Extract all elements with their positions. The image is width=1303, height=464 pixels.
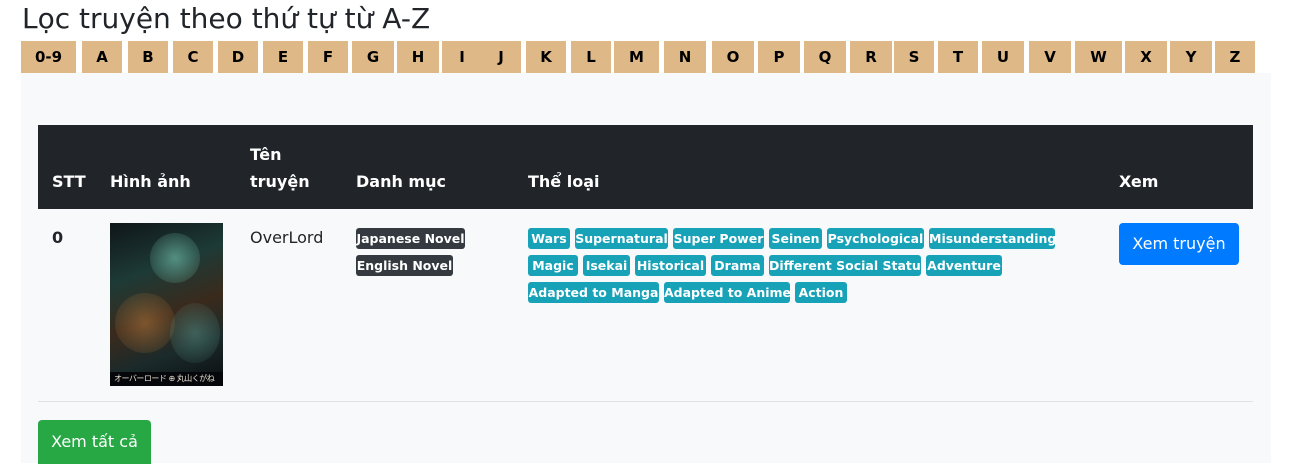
letter-button-v[interactable]: V bbox=[1029, 41, 1071, 73]
letter-button-e[interactable]: E bbox=[263, 41, 303, 73]
letter-button-b[interactable]: B bbox=[128, 41, 168, 73]
table-header bbox=[38, 125, 1253, 209]
row-divider bbox=[38, 401, 1253, 402]
letter-button-s[interactable]: S bbox=[894, 41, 934, 73]
genre-badge[interactable]: Action bbox=[795, 282, 847, 303]
letter-button-p[interactable]: P bbox=[758, 41, 800, 73]
page-title: Lọc truyện theo thứ tự từ A-Z bbox=[22, 2, 431, 35]
letter-button-h[interactable]: H bbox=[397, 41, 439, 73]
category-badge[interactable]: Japanese Novel bbox=[356, 228, 465, 249]
genre-badge[interactable]: Wars bbox=[528, 228, 570, 249]
genre-badge[interactable]: Different Social Status bbox=[769, 255, 928, 276]
letter-button-d[interactable]: D bbox=[218, 41, 258, 73]
view-all-button[interactable]: Xem tất cả bbox=[38, 420, 151, 464]
header-category: Danh mục bbox=[356, 172, 446, 191]
genre-badge[interactable]: Psychological bbox=[827, 228, 924, 249]
letter-button-j[interactable]: J bbox=[481, 41, 521, 73]
letter-button-l[interactable]: L bbox=[571, 41, 611, 73]
genre-badge[interactable]: Adapted to Manga bbox=[528, 282, 659, 303]
letter-button-r[interactable]: R bbox=[850, 41, 892, 73]
genre-badge[interactable]: Magic bbox=[528, 255, 578, 276]
cover-image[interactable]: オーバーロード ⊕ 丸山くがね bbox=[110, 223, 223, 386]
letter-button-m[interactable]: M bbox=[614, 41, 659, 73]
genre-badge[interactable]: Historical bbox=[635, 255, 706, 276]
letter-button-k[interactable]: K bbox=[526, 41, 566, 73]
genre-badge[interactable]: Misunderstanding bbox=[929, 228, 1056, 249]
letter-button-o[interactable]: O bbox=[712, 41, 754, 73]
letter-button-i[interactable]: I bbox=[442, 41, 482, 73]
header-name-line2: truyện bbox=[250, 172, 310, 191]
header-view: Xem bbox=[1119, 172, 1159, 191]
letter-button-c[interactable]: C bbox=[173, 41, 213, 73]
letter-button-t[interactable]: T bbox=[938, 41, 978, 73]
genre-badge[interactable]: Isekai bbox=[583, 255, 630, 276]
row-stt: 0 bbox=[52, 228, 64, 247]
header-name-line1: Tên bbox=[250, 145, 282, 164]
letter-button-q[interactable]: Q bbox=[804, 41, 846, 73]
letter-button-w[interactable]: W bbox=[1075, 41, 1122, 73]
row-story-name[interactable]: OverLord bbox=[250, 224, 323, 251]
header-stt: STT bbox=[52, 172, 86, 191]
letter-button-n[interactable]: N bbox=[664, 41, 706, 73]
letter-button-g[interactable]: G bbox=[352, 41, 394, 73]
genre-badge[interactable]: Adventure bbox=[926, 255, 1002, 276]
letter-button-x[interactable]: X bbox=[1125, 41, 1167, 73]
header-image: Hình ảnh bbox=[110, 172, 191, 191]
genre-badge[interactable]: Drama bbox=[711, 255, 764, 276]
letter-button-u[interactable]: U bbox=[982, 41, 1024, 73]
genre-badge[interactable]: Seinen bbox=[769, 228, 822, 249]
genre-badge[interactable]: Super Power bbox=[673, 228, 764, 249]
genre-badge[interactable]: Supernatural bbox=[575, 228, 668, 249]
letter-button-y[interactable]: Y bbox=[1170, 41, 1212, 73]
cover-title-text: オーバーロード ⊕ 丸山くがね bbox=[114, 374, 215, 383]
view-story-button[interactable]: Xem truyện bbox=[1119, 223, 1239, 265]
category-badge[interactable]: English Novel bbox=[356, 255, 453, 276]
letter-button-f[interactable]: F bbox=[308, 41, 348, 73]
header-genre: Thể loại bbox=[528, 172, 600, 191]
letter-button-a[interactable]: A bbox=[82, 41, 122, 73]
letter-button-0-9[interactable]: 0-9 bbox=[21, 41, 76, 73]
genre-badge[interactable]: Adapted to Anime bbox=[664, 282, 791, 303]
letter-button-z[interactable]: Z bbox=[1215, 41, 1255, 73]
